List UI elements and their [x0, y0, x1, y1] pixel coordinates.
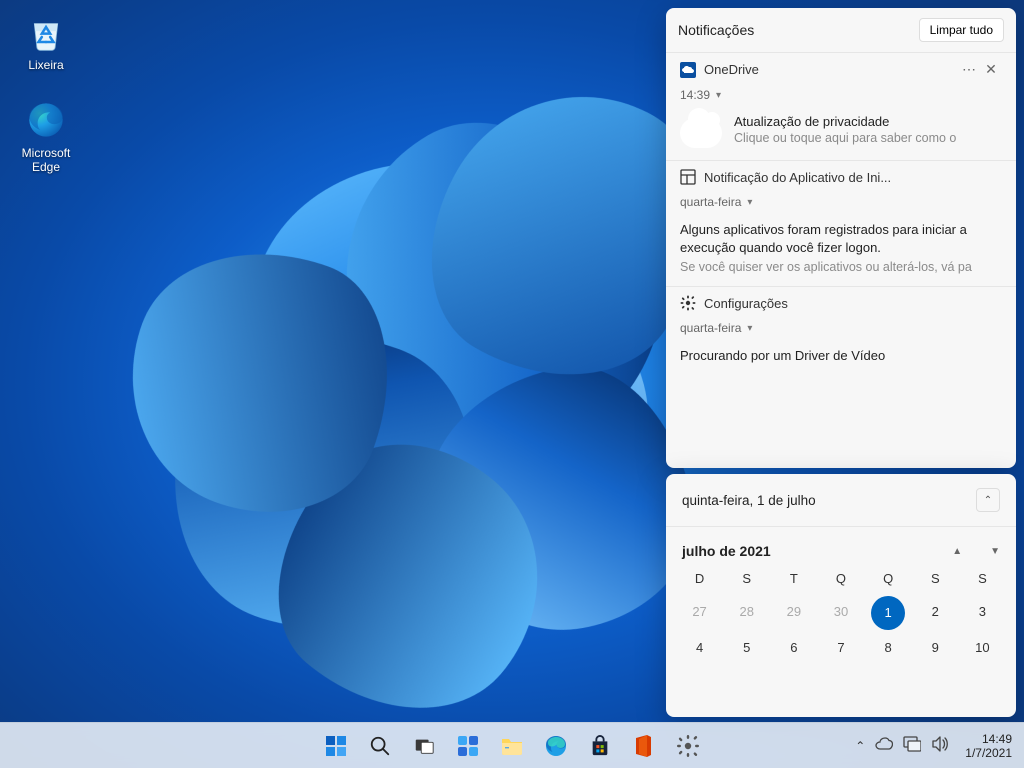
widgets-button[interactable]: [449, 727, 487, 765]
notification-subtitle: Clique ou toque aqui para saber como o: [734, 131, 956, 145]
clear-all-button[interactable]: Limpar tudo: [919, 18, 1004, 42]
desktop-icon-edge[interactable]: Microsoft Edge: [8, 98, 84, 174]
next-month-button[interactable]: ▼: [990, 546, 1000, 557]
widgets-icon: [456, 734, 480, 758]
edge-icon: [24, 98, 68, 142]
desktop-icon-recycle-bin[interactable]: Lixeira: [8, 10, 84, 72]
notification-time[interactable]: 14:39 ▾: [680, 88, 1002, 102]
network-tray-icon[interactable]: [903, 736, 921, 755]
close-icon[interactable]: ✕: [980, 61, 1002, 78]
onedrive-tray-icon[interactable]: [875, 737, 893, 754]
chevron-down-icon: ▾: [716, 90, 721, 101]
notification-group-onedrive[interactable]: OneDrive ⋯ ✕ 14:39 ▾ Atualização de priv…: [666, 52, 1016, 160]
notification-app-name: Configurações: [704, 296, 788, 311]
edge-icon: [544, 734, 568, 758]
search-icon: [369, 735, 391, 757]
desktop-icon-label: Lixeira: [8, 58, 84, 72]
chevron-down-icon: ▾: [747, 323, 752, 334]
edge-button[interactable]: [537, 727, 575, 765]
notification-app-name: Notificação do Aplicativo de Ini...: [704, 170, 891, 185]
folder-icon: [500, 735, 524, 757]
office-button[interactable]: [625, 727, 663, 765]
notification-time[interactable]: quarta-feira ▾: [680, 321, 1002, 335]
calendar-month-label[interactable]: julho de 2021: [682, 543, 771, 559]
calendar-day[interactable]: 3: [959, 604, 1006, 622]
calendar-day-header: Q: [865, 571, 912, 586]
store-icon: [589, 735, 611, 757]
taskbar-time: 14:49: [965, 732, 1012, 746]
calendar-day[interactable]: 6: [770, 640, 817, 655]
onedrive-icon: [680, 62, 696, 78]
office-icon: [634, 734, 654, 758]
desktop-icon-label: Microsoft Edge: [8, 146, 84, 174]
calendar-day-today[interactable]: 1: [871, 596, 905, 630]
task-view-button[interactable]: [405, 727, 443, 765]
store-button[interactable]: [581, 727, 619, 765]
calendar-day-header: Q: [817, 571, 864, 586]
gear-icon: [680, 295, 696, 311]
calendar-day-header: T: [770, 571, 817, 586]
more-icon[interactable]: ⋯: [958, 61, 980, 78]
volume-tray-icon[interactable]: [931, 736, 949, 755]
calendar-day[interactable]: 27: [676, 604, 723, 622]
notification-subtitle: Se você quiser ver os aplicativos ou alt…: [680, 260, 1002, 274]
notification-body: Alguns aplicativos foram registrados par…: [680, 221, 1002, 256]
chevron-down-icon: ▾: [747, 197, 752, 208]
calendar-day[interactable]: 9: [912, 640, 959, 655]
taskbar-date: 1/7/2021: [965, 746, 1012, 760]
calendar-day[interactable]: 7: [817, 640, 864, 655]
notification-body: Procurando por um Driver de Vídeo: [680, 347, 1002, 365]
calendar-day-header: D: [676, 571, 723, 586]
calendar-day[interactable]: 29: [770, 604, 817, 622]
settings-button[interactable]: [669, 727, 707, 765]
notifications-title: Notificações: [678, 22, 754, 38]
window-grid-icon: [680, 169, 696, 185]
windows-logo-icon: [324, 734, 348, 758]
notification-time[interactable]: quarta-feira ▾: [680, 195, 1002, 209]
search-button[interactable]: [361, 727, 399, 765]
notification-group-startup[interactable]: Notificação do Aplicativo de Ini... quar…: [666, 160, 1016, 286]
collapse-button[interactable]: ⌃: [976, 488, 1000, 512]
notification-title: Atualização de privacidade: [734, 114, 956, 129]
cloud-icon: [680, 118, 722, 148]
recycle-bin-icon: [24, 10, 68, 54]
notification-app-name: OneDrive: [704, 62, 759, 77]
calendar-flyout: quinta-feira, 1 de julho ⌃ julho de 2021…: [666, 474, 1016, 717]
gear-icon: [676, 734, 700, 758]
calendar-day[interactable]: 8: [865, 640, 912, 655]
notification-group-settings[interactable]: Configurações quarta-feira ▾ Procurando …: [666, 286, 1016, 375]
calendar-day-header: S: [959, 571, 1006, 586]
calendar-day[interactable]: 4: [676, 640, 723, 655]
taskbar: ⌃ 14:49 1/7/2021: [0, 722, 1024, 768]
calendar-day-header: S: [912, 571, 959, 586]
calendar-today-label[interactable]: quinta-feira, 1 de julho: [682, 493, 816, 508]
taskbar-clock[interactable]: 14:49 1/7/2021: [959, 730, 1018, 762]
file-explorer-button[interactable]: [493, 727, 531, 765]
task-view-icon: [413, 735, 435, 757]
prev-month-button[interactable]: ▲: [952, 546, 962, 557]
notification-center: Notificações Limpar tudo OneDrive ⋯ ✕ 14…: [666, 8, 1016, 468]
calendar-grid: DSTQQSS2728293012345678910: [666, 567, 1016, 665]
tray-overflow-button[interactable]: ⌃: [855, 739, 865, 753]
calendar-day[interactable]: 2: [912, 604, 959, 622]
desktop[interactable]: Lixeira Microsoft Edge Notificações Limp…: [0, 0, 1024, 768]
chevron-up-icon: ⌃: [984, 495, 992, 506]
calendar-day[interactable]: 28: [723, 604, 770, 622]
calendar-day[interactable]: 5: [723, 640, 770, 655]
calendar-day[interactable]: 30: [817, 604, 864, 622]
calendar-day-header: S: [723, 571, 770, 586]
calendar-day[interactable]: 10: [959, 640, 1006, 655]
start-button[interactable]: [317, 727, 355, 765]
